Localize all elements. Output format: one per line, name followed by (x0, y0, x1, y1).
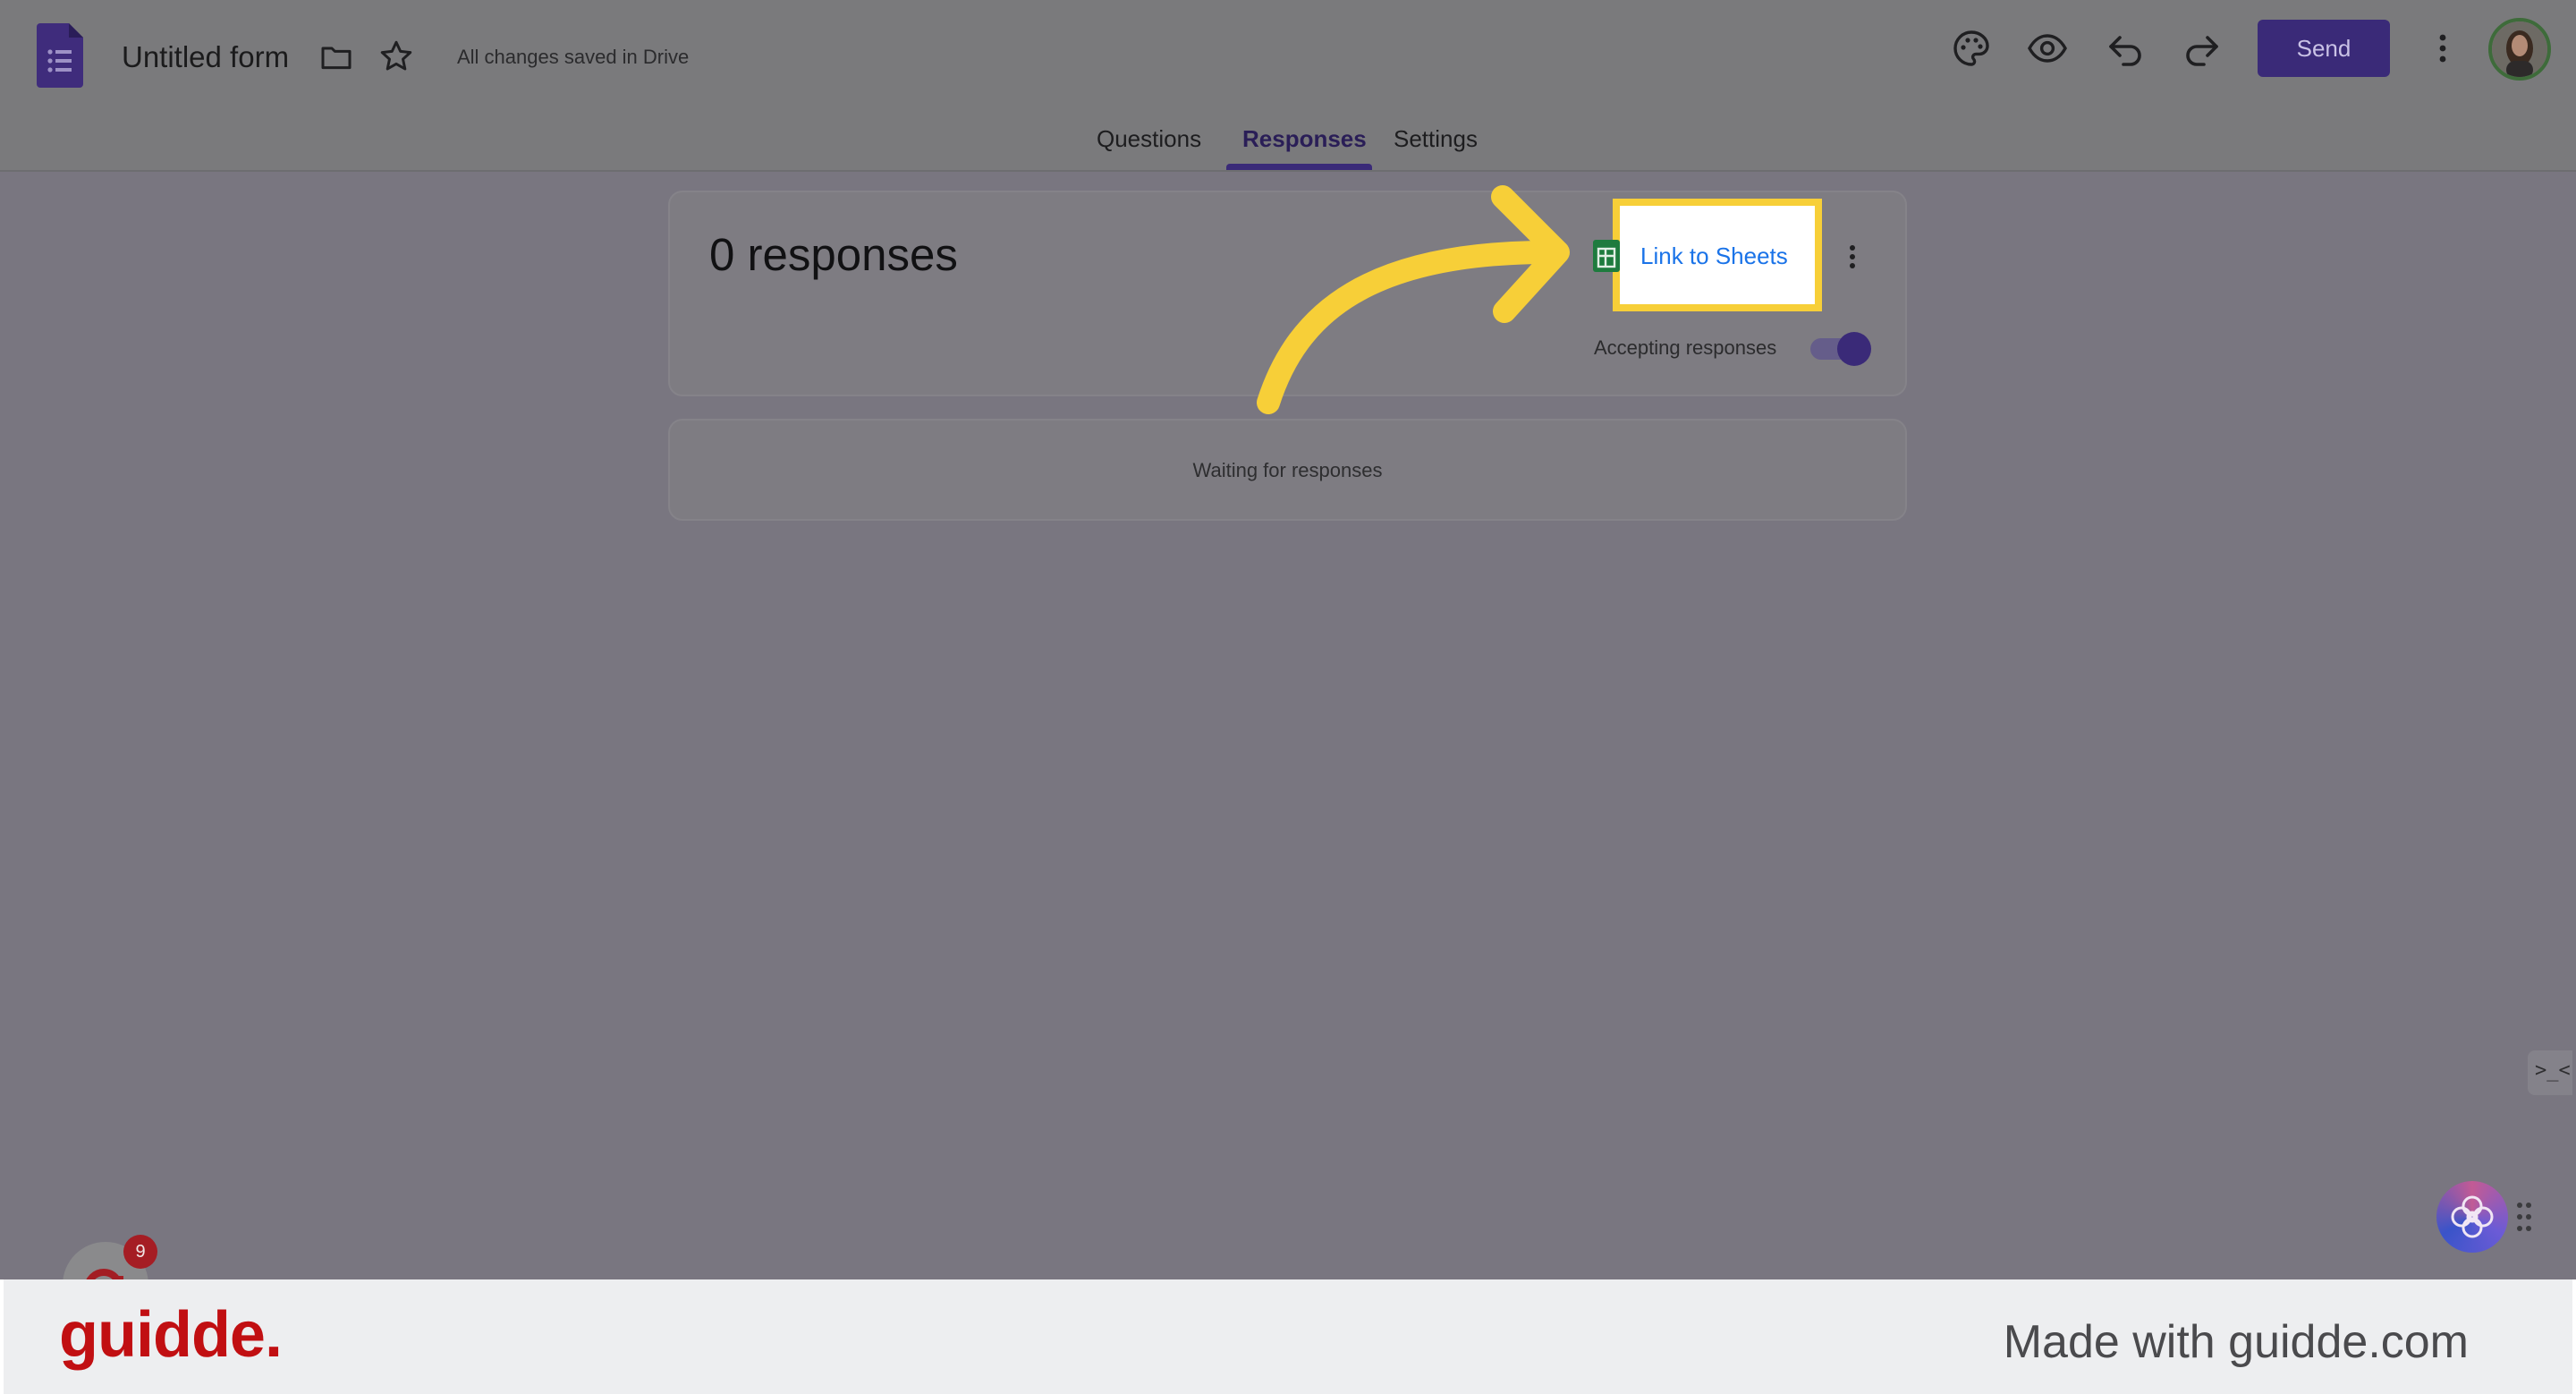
made-with-text: Made with guidde.com (2003, 1316, 2469, 1368)
link-to-sheets-button[interactable]: Link to Sheets (1640, 241, 1788, 271)
tab-settings[interactable]: Settings (1394, 123, 1478, 154)
undo-icon[interactable] (2104, 27, 2147, 70)
notification-badge: 9 (123, 1235, 157, 1269)
forms-logo-icon[interactable] (37, 23, 83, 88)
avatar-image (2492, 21, 2547, 77)
flower-icon (2451, 1195, 2494, 1238)
assistant-flower-button[interactable] (2436, 1181, 2508, 1253)
guidde-logo: guidde. (59, 1299, 283, 1371)
app-header: Untitled form All changes saved in Drive… (0, 0, 2576, 172)
drag-handle-icon[interactable] (2515, 1201, 2533, 1233)
preview-eye-icon[interactable] (2026, 27, 2069, 70)
accepting-responses-label: Accepting responses (1594, 336, 1777, 359)
avatar[interactable] (2488, 18, 2551, 81)
responses-count: 0 responses (709, 229, 958, 280)
palette-icon[interactable] (1950, 27, 1993, 70)
responses-more-icon[interactable] (1835, 239, 1870, 275)
form-title[interactable]: Untitled form (122, 36, 289, 79)
star-icon[interactable] (377, 38, 415, 75)
waiting-message: Waiting for responses (1192, 459, 1383, 481)
toggle-thumb[interactable] (1837, 332, 1871, 366)
tab-responses[interactable]: Responses (1242, 123, 1367, 154)
active-tab-indicator (1226, 164, 1372, 170)
waiting-card: Waiting for responses (668, 419, 1907, 521)
pointer-arrow-icon (1257, 185, 1570, 414)
tab-questions[interactable]: Questions (1097, 123, 1201, 154)
folder-icon[interactable] (318, 39, 354, 75)
side-expand-glyph: >_< (2535, 1059, 2571, 1082)
more-vert-icon[interactable] (2421, 27, 2464, 70)
sheets-icon[interactable] (1593, 240, 1620, 272)
redo-icon[interactable] (2181, 27, 2224, 70)
send-button[interactable]: Send (2258, 20, 2390, 77)
save-status-text: All changes saved in Drive (457, 46, 690, 68)
guidde-footer: guidde. Made with guidde.com (0, 1279, 2576, 1394)
